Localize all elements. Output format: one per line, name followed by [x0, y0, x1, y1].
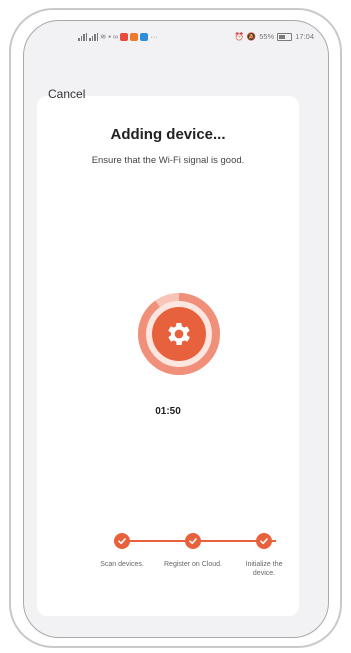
- check-icon: [118, 538, 126, 545]
- camera-icon: ▪: [108, 32, 111, 41]
- app-notification-icon: [120, 32, 129, 41]
- step-3-label: Initialize the device.: [245, 561, 283, 577]
- page-subtitle: Ensure that the Wi-Fi signal is good.: [91, 155, 245, 166]
- status-left-icons: ≋ ▪ ∞ ···: [78, 32, 158, 41]
- more-notifications-icon: ···: [150, 32, 158, 41]
- status-right-icons: ⏰ 🔕 55% 17:04: [235, 32, 314, 41]
- progress-ring: [133, 288, 225, 380]
- battery-percent: 55%: [259, 32, 275, 41]
- adding-device-card: Adding device... Ensure that the Wi-Fi s…: [37, 96, 299, 616]
- countdown-timer: 01:50: [155, 406, 181, 417]
- status-bar: ≋ ▪ ∞ ··· ⏰ 🔕 55% 17:04: [24, 30, 328, 46]
- battery-icon: [277, 32, 293, 41]
- check-icon: [189, 538, 197, 545]
- gear-icon: [168, 323, 190, 345]
- app-notification-icon: [140, 32, 149, 41]
- screenshot-stage: ≋ ▪ ∞ ··· ⏰ 🔕 55% 17:04 Adding device...…: [0, 0, 351, 653]
- mute-icon: 🔕: [246, 32, 257, 41]
- signal-icon: [89, 32, 98, 41]
- alarm-icon: ⏰: [234, 32, 244, 41]
- link-icon: ∞: [112, 32, 119, 41]
- cancel-button[interactable]: Cancel: [48, 87, 85, 101]
- wifi-icon: ≋: [100, 32, 107, 41]
- step-1-label: Scan devices.: [100, 561, 144, 568]
- app-notification-icon: [130, 32, 139, 41]
- check-icon: [260, 538, 268, 545]
- step-3-indicator: [256, 533, 272, 549]
- step-1-indicator: [114, 533, 130, 549]
- page-title: Adding device...: [110, 126, 226, 143]
- signal-icon: [78, 32, 87, 41]
- step-2-label: Register on Cloud.: [164, 561, 222, 568]
- step-2-indicator: [185, 533, 201, 549]
- phone-screen: ≋ ▪ ∞ ··· ⏰ 🔕 55% 17:04 Adding device...…: [23, 20, 329, 638]
- status-time: 17:04: [295, 32, 314, 41]
